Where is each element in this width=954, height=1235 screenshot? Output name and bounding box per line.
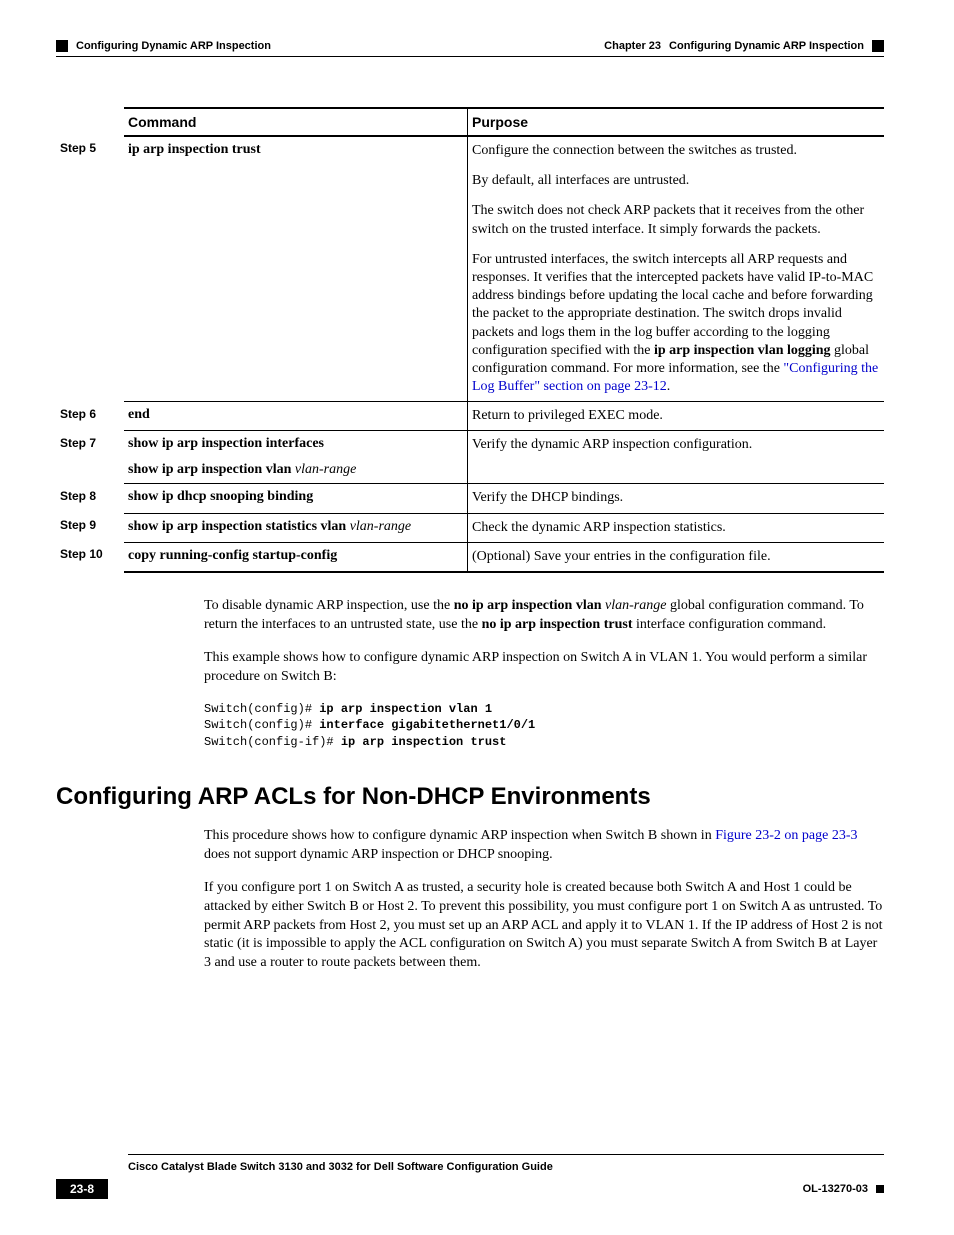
step-label: Step 5 <box>56 136 124 402</box>
step-label: Step 8 <box>56 484 124 513</box>
table-body: Step 5 ip arp inspection trust Configure… <box>56 136 884 572</box>
page-header: Configuring Dynamic ARP Inspection Chapt… <box>56 40 884 52</box>
col-blank <box>56 108 124 136</box>
purpose-cell: (Optional) Save your entries in the conf… <box>468 542 885 572</box>
col-command: Command <box>124 108 468 136</box>
paragraph: If you configure port 1 on Switch A as t… <box>204 879 884 973</box>
step-label: Step 9 <box>56 513 124 542</box>
footer-book-title: Cisco Catalyst Blade Switch 3130 and 303… <box>128 1161 884 1173</box>
command-bold: copy running-config startup-config <box>128 548 337 563</box>
header-marker-icon <box>56 40 68 52</box>
command-bold: show ip arp inspection vlan <box>128 462 291 477</box>
purpose-cell: Configure the connection between the swi… <box>468 136 885 402</box>
command-bold: show ip arp inspection interfaces <box>128 436 324 451</box>
header-left: Configuring Dynamic ARP Inspection <box>56 40 271 52</box>
table-row: Step 6 end Return to privileged EXEC mod… <box>56 402 884 431</box>
footer-rule <box>128 1154 884 1155</box>
command-cell: show ip dhcp snooping binding <box>124 484 468 513</box>
header-chapter-title: Configuring Dynamic ARP Inspection <box>669 40 864 52</box>
command-cell: show ip arp inspection statistics vlan v… <box>124 513 468 542</box>
paragraph: To disable dynamic ARP inspection, use t… <box>204 597 884 635</box>
command-bold: ip arp inspection trust <box>128 142 261 157</box>
command-cell: show ip arp inspection interfaces show i… <box>124 431 468 484</box>
purpose-cell: Return to privileged EXEC mode. <box>468 402 885 431</box>
paragraph: This procedure shows how to configure dy… <box>204 827 884 865</box>
step-label: Step 6 <box>56 402 124 431</box>
table-row: Step 10 copy running-config startup-conf… <box>56 542 884 572</box>
page: Configuring Dynamic ARP Inspection Chapt… <box>0 0 954 1235</box>
purpose-cell: Verify the DHCP bindings. <box>468 484 885 513</box>
step-label: Step 7 <box>56 431 124 484</box>
page-footer: Cisco Catalyst Blade Switch 3130 and 303… <box>56 1154 884 1199</box>
header-rule <box>56 56 884 57</box>
table-row: Step 5 ip arp inspection trust Configure… <box>56 136 884 402</box>
cross-ref-link[interactable]: Figure 23-2 on page 23-3 <box>715 828 857 843</box>
header-marker-icon <box>872 40 884 52</box>
command-table: Command Purpose Step 5 ip arp inspection… <box>56 107 884 573</box>
page-number-badge: 23-8 <box>56 1179 108 1199</box>
command-cell: ip arp inspection trust <box>124 136 468 402</box>
command-bold: end <box>128 407 150 422</box>
command-cell: copy running-config startup-config <box>124 542 468 572</box>
footer-marker-icon <box>876 1185 884 1193</box>
header-right: Chapter 23 Configuring Dynamic ARP Inspe… <box>604 40 884 52</box>
table-row: Step 8 show ip dhcp snooping binding Ver… <box>56 484 884 513</box>
header-section: Configuring Dynamic ARP Inspection <box>76 40 271 52</box>
command-cell: end <box>124 402 468 431</box>
step-label: Step 10 <box>56 542 124 572</box>
table-row: Step 9 show ip arp inspection statistics… <box>56 513 884 542</box>
purpose-cell: Verify the dynamic ARP inspection config… <box>468 431 885 484</box>
command-italic: vlan-range <box>295 462 356 477</box>
section-body: This procedure shows how to configure dy… <box>204 827 884 973</box>
command-bold: show ip dhcp snooping binding <box>128 489 313 504</box>
col-purpose: Purpose <box>468 108 885 136</box>
paragraph: This example shows how to configure dyna… <box>204 649 884 687</box>
header-chapter: Chapter 23 <box>604 40 661 52</box>
purpose-cell: Check the dynamic ARP inspection statist… <box>468 513 885 542</box>
footer-bottom: 23-8 OL-13270-03 <box>56 1179 884 1199</box>
body-paragraphs: To disable dynamic ARP inspection, use t… <box>204 597 884 687</box>
command-bold: show ip arp inspection statistics vlan <box>128 519 346 534</box>
doc-id: OL-13270-03 <box>803 1183 884 1195</box>
table-row: Step 7 show ip arp inspection interfaces… <box>56 431 884 484</box>
code-block: Switch(config)# ip arp inspection vlan 1… <box>204 701 884 751</box>
command-italic: vlan-range <box>350 519 411 534</box>
section-heading: Configuring ARP ACLs for Non-DHCP Enviro… <box>56 783 884 811</box>
